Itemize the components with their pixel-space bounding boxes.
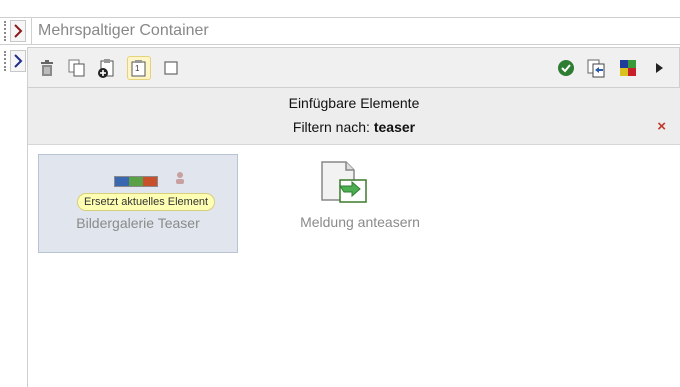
element-card-meldung[interactable]: Meldung anteasern bbox=[260, 154, 460, 253]
filter-value: teaser bbox=[373, 119, 416, 135]
checkbox-icon bbox=[164, 61, 178, 75]
add-clipboard-icon bbox=[98, 59, 114, 78]
element-label: Bildergalerie Teaser bbox=[76, 215, 200, 231]
close-icon[interactable]: × bbox=[657, 118, 666, 135]
more-button[interactable] bbox=[649, 58, 669, 78]
filter-label: Filtern nach: bbox=[292, 119, 370, 135]
trash-icon bbox=[41, 60, 53, 76]
teaser-document-icon bbox=[321, 161, 367, 203]
element-label: Meldung anteasern bbox=[300, 214, 420, 230]
replace-badge: Ersetzt aktuelles Element bbox=[77, 193, 216, 211]
copy-button[interactable] bbox=[67, 58, 87, 78]
select-checkbox[interactable] bbox=[161, 58, 181, 78]
container-header: Mehrspaltiger Container bbox=[0, 17, 680, 45]
expand-button[interactable] bbox=[10, 20, 26, 42]
paste-button[interactable]: 1 bbox=[127, 56, 151, 80]
replace-button[interactable] bbox=[586, 58, 606, 78]
play-icon bbox=[656, 63, 663, 73]
replace-icon bbox=[587, 59, 605, 78]
add-to-clipboard-button[interactable] bbox=[97, 58, 117, 78]
chevron-right-icon bbox=[14, 24, 23, 38]
filter-row: Filtern nach: teaser bbox=[28, 119, 680, 135]
insertable-elements-panel: Einfügbare Elemente Filtern nach: teaser… bbox=[27, 88, 680, 387]
panel-header: Einfügbare Elemente Filtern nach: teaser… bbox=[28, 88, 680, 145]
chevron-right-icon bbox=[14, 54, 23, 68]
check-icon bbox=[558, 60, 574, 76]
element-toolbar: 1 bbox=[27, 47, 680, 88]
panel-title: Einfügbare Elemente bbox=[288, 95, 420, 111]
person-icon bbox=[176, 172, 184, 184]
svg-text:1: 1 bbox=[135, 64, 140, 73]
delete-button[interactable] bbox=[37, 58, 57, 78]
publish-button[interactable] bbox=[556, 58, 576, 78]
style-button[interactable] bbox=[618, 58, 638, 78]
color-grid-icon bbox=[620, 60, 636, 76]
expand-button[interactable] bbox=[10, 50, 26, 72]
gallery-icon bbox=[114, 176, 158, 187]
container-title: Mehrspaltiger Container bbox=[31, 18, 209, 44]
left-rail bbox=[0, 47, 28, 387]
paste-icon: 1 bbox=[131, 60, 146, 77]
copy-icon bbox=[68, 59, 85, 77]
element-card-bildergalerie[interactable]: Ersetzt aktuelles Element Bildergalerie … bbox=[38, 154, 238, 253]
